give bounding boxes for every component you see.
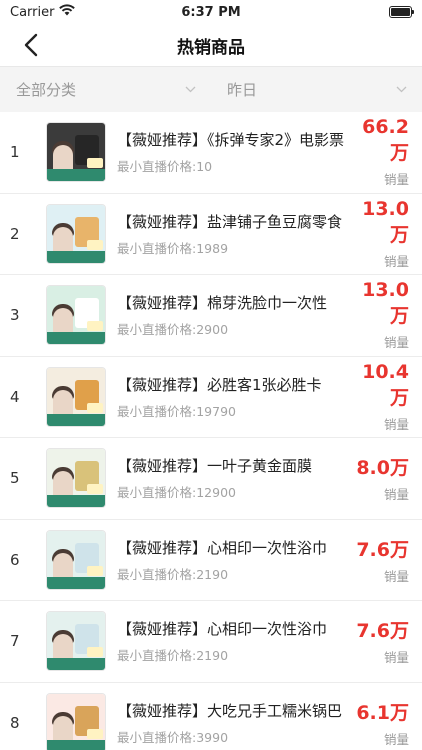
min-live-price: 最小直播价格:2190 (117, 648, 229, 664)
product-row[interactable]: 2 【薇娅推荐】盐津铺子鱼豆腐零食 最小直播价格:1989 13.0万 销量 (0, 194, 422, 275)
nav-bar: 热销商品 (0, 24, 422, 66)
back-button[interactable] (14, 28, 48, 62)
product-info: 【薇娅推荐】必胜客1张必胜卡 最小直播价格:19790 (106, 374, 350, 420)
sales-label: 销量 (383, 172, 409, 188)
product-row[interactable]: 6 【薇娅推荐】心相印一次性浴巾 最小直播价格:2190 7.6万 销量 (0, 520, 422, 601)
product-list: 1 【薇娅推荐】《拆弹专家2》电影票 最小直播价格:10 66.2万 销量 2 (0, 112, 422, 750)
sales-stats: 6.1万 销量 (350, 698, 422, 748)
product-title: 【薇娅推荐】心相印一次性浴巾 (117, 620, 328, 639)
status-time: 6:37 PM (181, 4, 241, 20)
product-row[interactable]: 3 【薇娅推荐】棉芽洗脸巾一次性 最小直播价格:2900 13.0万 销量 (0, 275, 422, 357)
product-title: 【薇娅推荐】棉芽洗脸巾一次性 (117, 294, 328, 313)
min-live-price: 最小直播价格:1989 (117, 240, 229, 256)
sales-value: 8.0万 (356, 457, 409, 480)
product-thumbnail (46, 203, 106, 264)
rank-number: 6 (10, 550, 20, 569)
filter-bar: 全部分类 昨日 (0, 66, 422, 112)
sales-value: 13.0万 (362, 279, 409, 328)
rank-number: 1 (10, 143, 20, 162)
min-live-price: 最小直播价格:12900 (117, 485, 236, 501)
sales-label: 销量 (383, 568, 409, 584)
rank-number: 7 (10, 632, 20, 651)
product-thumbnail (46, 448, 106, 509)
product-title: 【薇娅推荐】盐津铺子鱼豆腐零食 (117, 212, 343, 231)
sales-label: 销量 (383, 487, 409, 503)
product-info: 【薇娅推荐】盐津铺子鱼豆腐零食 最小直播价格:1989 (106, 211, 350, 257)
sales-label: 销量 (383, 335, 409, 351)
battery-icon (389, 6, 414, 18)
product-info: 【薇娅推荐】心相印一次性浴巾 最小直播价格:2190 (106, 537, 350, 583)
product-thumbnail (46, 611, 106, 672)
sales-stats: 13.0万 销量 (350, 198, 422, 270)
rank-number: 3 (10, 306, 20, 325)
product-info: 【薇娅推荐】《拆弹专家2》电影票 最小直播价格:10 (106, 129, 350, 175)
page-title: 热销商品 (177, 37, 245, 58)
product-thumbnail (46, 529, 106, 590)
product-title: 【薇娅推荐】大吃兄手工糯米锅巴 (117, 701, 343, 720)
sales-stats: 13.0万 销量 (350, 279, 422, 351)
product-row[interactable]: 4 【薇娅推荐】必胜客1张必胜卡 最小直播价格:19790 10.4万 销量 (0, 357, 422, 438)
sales-value: 6.1万 (356, 701, 409, 724)
rank-number: 8 (10, 713, 20, 732)
category-filter[interactable]: 全部分类 (0, 67, 211, 112)
chevron-down-icon (396, 86, 407, 93)
sales-stats: 66.2万 销量 (350, 116, 422, 188)
date-filter-label: 昨日 (227, 81, 258, 99)
sales-value: 66.2万 (362, 116, 409, 165)
rank-number: 4 (10, 387, 20, 406)
product-title: 【薇娅推荐】一叶子黄金面膜 (117, 457, 313, 476)
sales-stats: 10.4万 销量 (350, 361, 422, 433)
sales-label: 销量 (383, 253, 409, 269)
sales-value: 7.6万 (356, 620, 409, 643)
min-live-price: 最小直播价格:2190 (117, 566, 229, 582)
product-info: 【薇娅推荐】一叶子黄金面膜 最小直播价格:12900 (106, 455, 350, 501)
product-thumbnail (46, 366, 106, 427)
min-live-price: 最小直播价格:2900 (117, 322, 229, 338)
min-live-price: 最小直播价格:3990 (117, 729, 229, 745)
sales-value: 7.6万 (356, 538, 409, 561)
product-title: 【薇娅推荐】必胜客1张必胜卡 (117, 375, 322, 394)
sales-value: 13.0万 (362, 197, 409, 246)
sales-stats: 7.6万 销量 (350, 616, 422, 666)
sales-label: 销量 (383, 416, 409, 432)
product-row[interactable]: 5 【薇娅推荐】一叶子黄金面膜 最小直播价格:12900 8.0万 销量 (0, 438, 422, 520)
product-thumbnail (46, 692, 106, 750)
chevron-down-icon (185, 86, 196, 93)
sales-label: 销量 (383, 731, 409, 747)
product-info: 【薇娅推荐】心相印一次性浴巾 最小直播价格:2190 (106, 618, 350, 664)
product-row[interactable]: 1 【薇娅推荐】《拆弹专家2》电影票 最小直播价格:10 66.2万 销量 (0, 112, 422, 194)
product-title: 【薇娅推荐】心相印一次性浴巾 (117, 538, 328, 557)
product-title: 【薇娅推荐】《拆弹专家2》电影票 (117, 131, 345, 150)
sales-stats: 8.0万 销量 (350, 453, 422, 503)
product-row[interactable]: 8 【薇娅推荐】大吃兄手工糯米锅巴 最小直播价格:3990 6.1万 销量 (0, 683, 422, 750)
product-info: 【薇娅推荐】大吃兄手工糯米锅巴 最小直播价格:3990 (106, 700, 350, 746)
sales-stats: 7.6万 销量 (350, 535, 422, 585)
category-filter-label: 全部分类 (16, 81, 77, 99)
status-bar: Carrier 6:37 PM (0, 0, 422, 24)
rank-number: 5 (10, 469, 20, 488)
date-filter[interactable]: 昨日 (211, 67, 422, 112)
min-live-price: 最小直播价格:10 (117, 159, 213, 175)
chevron-left-icon (24, 33, 38, 57)
min-live-price: 最小直播价格:19790 (117, 403, 236, 419)
sales-label: 销量 (383, 650, 409, 666)
sales-value: 10.4万 (362, 360, 409, 409)
product-thumbnail (46, 122, 106, 183)
product-info: 【薇娅推荐】棉芽洗脸巾一次性 最小直播价格:2900 (106, 292, 350, 338)
product-row[interactable]: 7 【薇娅推荐】心相印一次性浴巾 最小直播价格:2190 7.6万 销量 (0, 601, 422, 683)
product-thumbnail (46, 285, 106, 346)
rank-number: 2 (10, 224, 20, 243)
